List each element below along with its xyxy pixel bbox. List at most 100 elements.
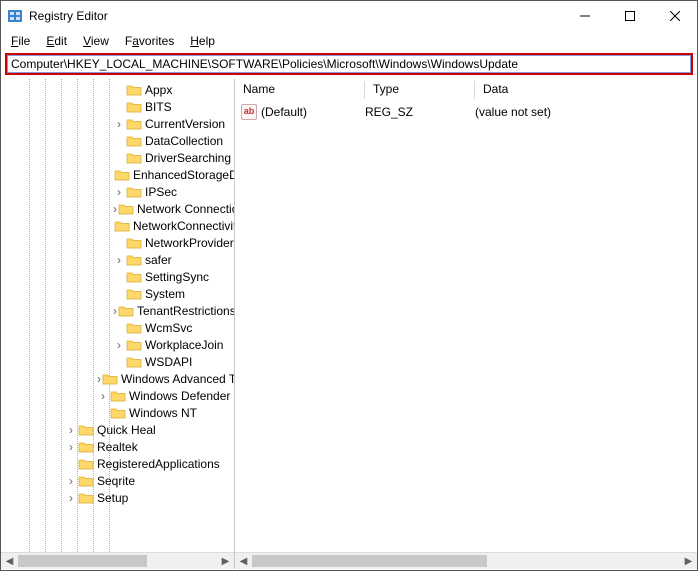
tree-expand-icon[interactable] [113,185,125,199]
tree-item[interactable]: WSDAPI [1,353,234,370]
tree-item-label: IPSec [145,185,177,199]
tree-item[interactable]: TenantRestrictions [1,302,234,319]
tree-item[interactable]: NetworkConnectivityStatusIndicator [1,217,234,234]
folder-icon [110,389,126,403]
regedit-app-icon [7,8,23,24]
address-input[interactable] [7,55,691,73]
tree-item[interactable]: WorkplaceJoin [1,336,234,353]
scroll-left-icon[interactable]: ◀ [1,553,18,569]
col-name[interactable]: Name [235,79,365,101]
menu-edit[interactable]: Edit [40,33,73,49]
scroll-left-icon[interactable]: ◀ [235,553,252,569]
tree-item[interactable]: Seqrite [1,472,234,489]
tree-item[interactable]: Setup [1,489,234,506]
tree-expand-icon[interactable] [65,423,77,437]
tree-item[interactable]: Realtek [1,438,234,455]
value-name: (Default) [261,105,365,119]
tree-item[interactable]: Network Connections [1,200,234,217]
tree-item[interactable]: DataCollection [1,132,234,149]
tree-expand-icon[interactable] [113,117,125,131]
tree-item-label: Windows Advanced Threat Protection [121,372,234,386]
tree-item[interactable]: Windows Defender [1,387,234,404]
maximize-button[interactable] [607,1,652,31]
tree-expand-icon[interactable] [97,372,101,386]
menubar: File Edit View Favorites Help [1,31,697,51]
close-button[interactable] [652,1,697,31]
folder-icon [126,253,142,267]
tree-item-label: Windows Defender [129,389,230,403]
tree-item-label: Windows NT [129,406,197,420]
tree-expand-icon[interactable] [113,338,125,352]
folder-icon [126,236,142,250]
tree-item-label: WSDAPI [145,355,192,369]
folder-icon [126,355,142,369]
value-row[interactable]: (Default)REG_SZ(value not set) [235,103,697,120]
col-data[interactable]: Data [475,79,675,101]
tree-expand-icon[interactable] [97,389,109,403]
tree-item-label: SettingSync [145,270,209,284]
values-header: Name Type Data [235,79,697,101]
folder-icon [126,83,142,97]
tree-item[interactable]: BITS [1,98,234,115]
tree-expand-icon[interactable] [113,253,125,267]
menu-help[interactable]: Help [184,33,221,49]
tree-item-label: TenantRestrictions [137,304,234,318]
tree-item[interactable]: NetworkProvider [1,234,234,251]
tree-pane[interactable]: AppxBITSCurrentVersion DataCollection Driv… [1,79,235,569]
tree-item[interactable]: Windows NT [1,404,234,421]
values-hscrollbar[interactable]: ◀ ▶ [235,552,697,569]
titlebar: Registry Editor [1,1,697,31]
folder-icon [110,406,126,420]
tree-item[interactable]: CurrentVersion [1,115,234,132]
folder-icon [102,372,118,386]
tree-item[interactable]: WcmSvc [1,319,234,336]
folder-icon [126,117,142,131]
tree-item[interactable]: Quick Heal [1,421,234,438]
tree-item-label: WcmSvc [145,321,192,335]
tree-item[interactable]: RegisteredApplications [1,455,234,472]
value-type: REG_SZ [365,105,475,119]
tree-item-label: safer [145,253,172,267]
tree-expand-icon[interactable] [65,474,77,488]
menu-favorites[interactable]: Favorites [119,33,180,49]
tree-item[interactable]: Appx [1,81,234,98]
folder-icon [118,304,134,318]
main-split: AppxBITSCurrentVersion DataCollection Driv… [1,79,697,569]
folder-icon [78,491,94,505]
folder-icon [78,440,94,454]
tree-item[interactable]: EnhancedStorageDevices [1,166,234,183]
minimize-button[interactable] [562,1,607,31]
tree-expand-icon[interactable] [113,304,117,318]
tree-expand-icon[interactable] [113,202,117,216]
menu-file[interactable]: File [5,33,36,49]
tree-item-label: DataCollection [145,134,223,148]
string-value-icon [241,104,257,120]
scroll-right-icon[interactable]: ▶ [680,553,697,569]
tree-item-label: EnhancedStorageDevices [133,168,234,182]
tree-item-label: Realtek [97,440,138,454]
folder-icon [114,219,130,233]
tree-item[interactable]: safer [1,251,234,268]
folder-icon [78,474,94,488]
folder-icon [78,423,94,437]
tree-item[interactable]: SettingSync [1,268,234,285]
folder-icon [126,270,142,284]
tree-item-label: Quick Heal [97,423,156,437]
tree-item[interactable]: DriverSearching [1,149,234,166]
col-type[interactable]: Type [365,79,475,101]
folder-icon [118,202,134,216]
tree-expand-icon[interactable] [65,440,77,454]
folder-icon [126,134,142,148]
folder-icon [126,287,142,301]
tree-item-label: DriverSearching [145,151,231,165]
menu-view[interactable]: View [77,33,115,49]
tree-item[interactable]: IPSec [1,183,234,200]
values-pane[interactable]: Name Type Data (Default)REG_SZ(value not… [235,79,697,569]
address-bar-container [1,51,697,79]
folder-icon [126,185,142,199]
tree-hscrollbar[interactable]: ◀ ▶ [1,552,234,569]
tree-expand-icon[interactable] [65,491,77,505]
tree-item[interactable]: Windows Advanced Threat Protection [1,370,234,387]
tree-item[interactable]: System [1,285,234,302]
scroll-right-icon[interactable]: ▶ [217,553,234,569]
